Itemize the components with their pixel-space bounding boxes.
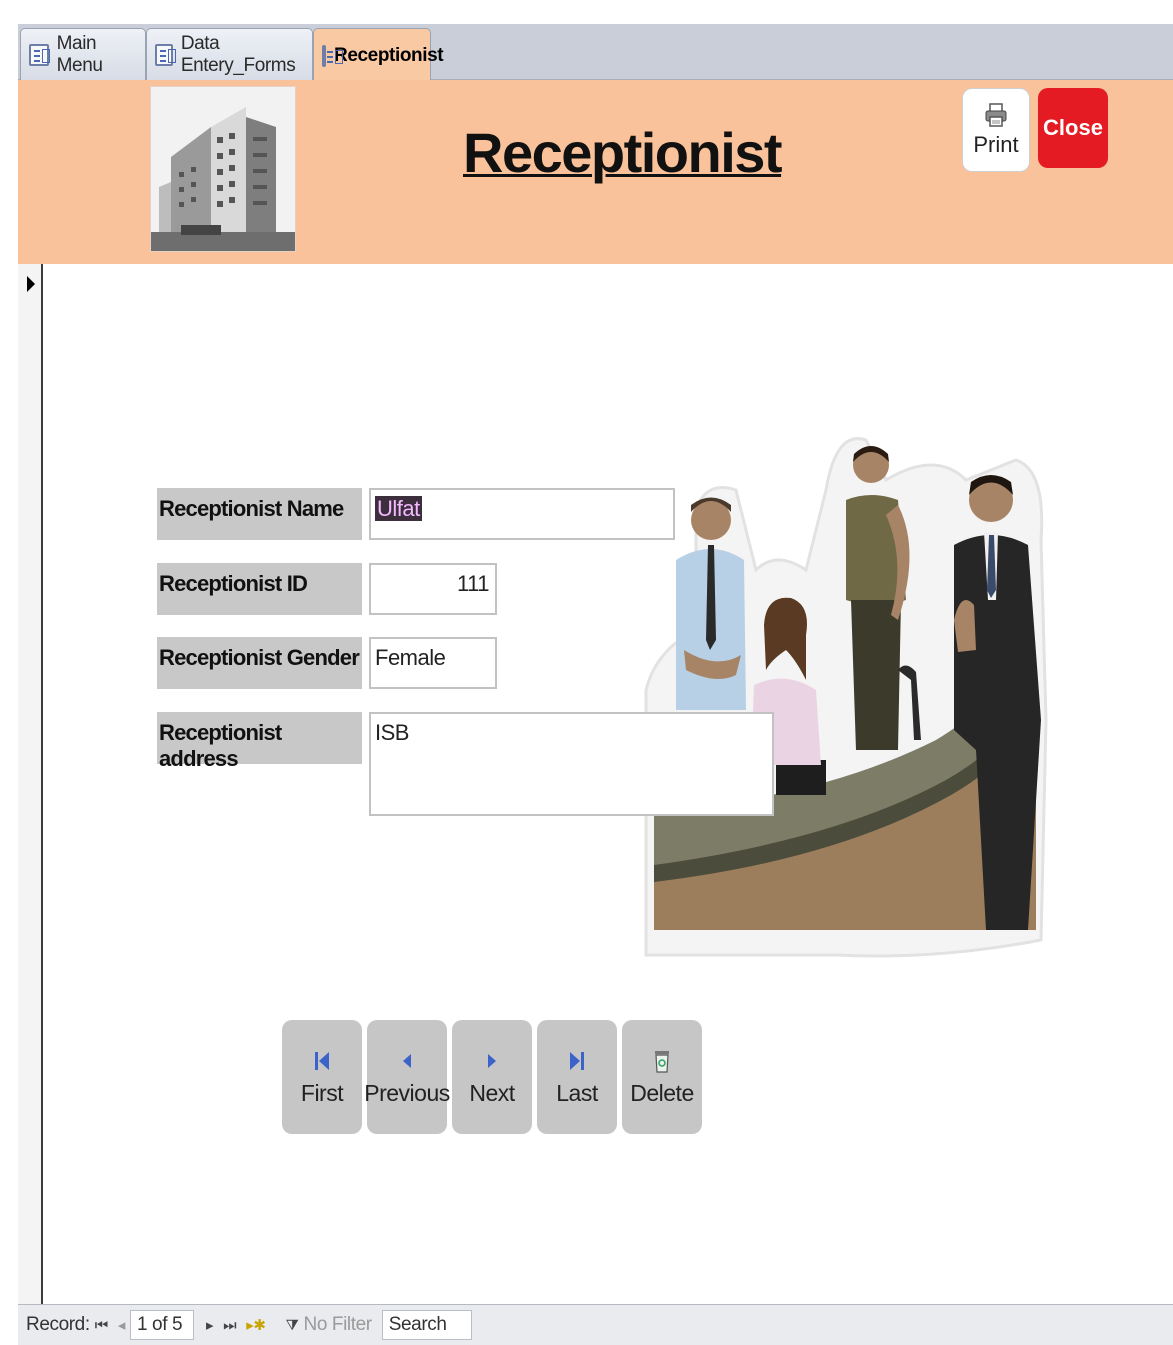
last-record-nav-icon[interactable]: ⏭ <box>223 1317 237 1334</box>
form-icon <box>155 43 176 66</box>
last-record-button[interactable]: Last <box>537 1020 617 1134</box>
no-filter-label: No Filter <box>303 1314 373 1335</box>
record-navigation-bar: Record: ⏮ ◂ 1 of 5 ▸ ⏭ ▸✱ ⧩ No Filter Se… <box>18 1304 1173 1345</box>
first-record-button[interactable]: First <box>282 1020 362 1134</box>
record-selector[interactable] <box>18 264 43 1304</box>
close-button[interactable]: Close <box>1038 88 1108 168</box>
hospital-building-image <box>150 86 296 252</box>
printer-icon <box>985 103 1007 127</box>
receptionist-address-field[interactable]: ISB <box>369 712 774 816</box>
tab-label: Main Menu <box>56 32 103 76</box>
receptionist-address-label: Receptionist address <box>157 712 362 771</box>
trash-icon <box>651 1048 673 1074</box>
next-label: Next <box>469 1079 515 1106</box>
receptionist-name-value: Ulfat <box>375 496 422 521</box>
previous-record-nav-icon[interactable]: ◂ <box>118 1316 126 1334</box>
last-record-icon <box>566 1048 588 1074</box>
receptionist-gender-field[interactable]: Female <box>369 637 497 689</box>
record-label: Record: <box>26 1314 90 1335</box>
receptionist-name-label: Receptionist Name <box>157 488 362 540</box>
document-tab-strip: Main Menu Data Entery_Forms Receptionist <box>18 24 1173 82</box>
first-label: First <box>300 1079 344 1106</box>
tab-label: Receptionist <box>334 44 444 66</box>
page-title: Receptionist <box>463 121 783 184</box>
receptionist-gender-label: Receptionist Gender <box>157 637 362 689</box>
filter-icon: ⧩ <box>285 1316 299 1334</box>
previous-record-icon <box>396 1048 418 1074</box>
new-record-nav-icon[interactable]: ▸✱ <box>246 1316 266 1334</box>
next-record-button[interactable]: Next <box>452 1020 532 1134</box>
tab-data-entery-forms[interactable]: Data Entery_Forms <box>146 28 313 80</box>
tab-receptionist[interactable]: Receptionist <box>313 28 444 82</box>
print-button[interactable]: Print <box>962 88 1030 172</box>
tab-main-menu[interactable]: Main Menu <box>20 28 146 80</box>
form-header: Receptionist Print Close <box>18 80 1173 264</box>
reception-desk-illustration <box>636 420 1056 960</box>
record-position-field[interactable]: 1 of 5 <box>129 1310 194 1340</box>
first-record-nav-icon[interactable]: ⏮ <box>95 1317 109 1334</box>
last-label: Last <box>556 1079 598 1106</box>
search-input[interactable]: Search <box>381 1310 472 1340</box>
receptionist-id-label: Receptionist ID <box>157 563 362 615</box>
previous-record-button[interactable]: Previous <box>364 1020 450 1134</box>
first-record-icon <box>311 1048 333 1074</box>
delete-record-button[interactable]: Delete <box>622 1020 702 1134</box>
form-icon <box>322 44 343 67</box>
close-label: Close <box>1043 115 1103 140</box>
receptionist-id-field[interactable]: 111 <box>369 563 497 615</box>
delete-label: Delete <box>630 1079 694 1106</box>
next-record-nav-icon[interactable]: ▸ <box>206 1316 214 1334</box>
next-record-icon <box>481 1048 503 1074</box>
form-icon <box>29 43 50 66</box>
no-filter-button[interactable]: ⧩ No Filter <box>281 1314 373 1336</box>
receptionist-name-field[interactable]: Ulfat <box>369 488 675 540</box>
tab-label: Data Entery_Forms <box>180 32 296 76</box>
print-label: Print <box>973 132 1019 157</box>
previous-label: Previous <box>364 1079 450 1106</box>
current-record-arrow-icon <box>27 276 35 292</box>
